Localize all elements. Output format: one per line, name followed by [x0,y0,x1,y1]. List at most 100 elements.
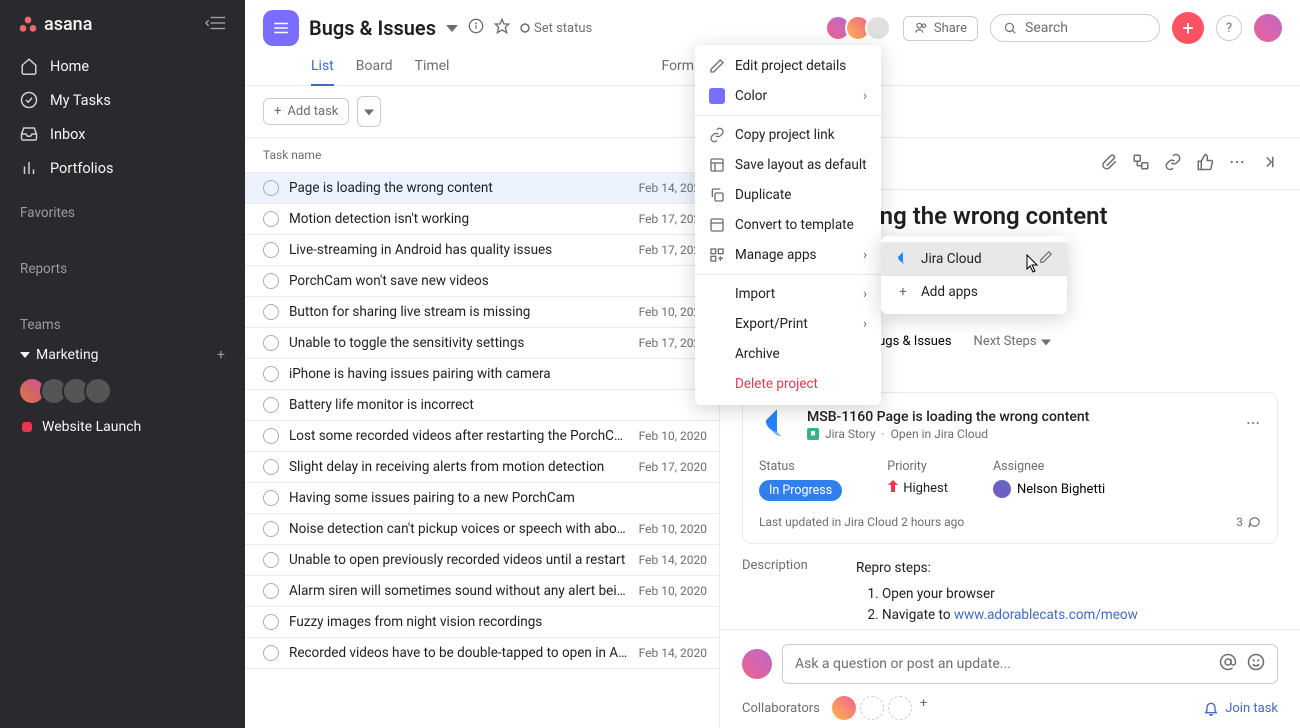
menu-archive[interactable]: Archive [695,339,881,369]
comment-input[interactable]: Ask a question or post an update... [782,644,1278,684]
nav-home-label: Home [50,58,89,75]
task-complete-checkbox[interactable] [263,614,279,630]
task-row[interactable]: Button for sharing live stream is missin… [245,297,719,328]
task-row[interactable]: PorchCam won't save new videos [245,266,719,297]
jira-comments[interactable]: 3 [1236,515,1261,529]
task-complete-checkbox[interactable] [263,366,279,382]
jira-open-link[interactable]: Open in Jira Cloud [891,427,988,441]
section-reports[interactable]: Reports [0,245,245,283]
more-icon[interactable] [1228,153,1246,175]
set-status-button[interactable]: Set status [520,21,592,36]
menu-duplicate[interactable]: Duplicate [695,180,881,210]
close-panel-icon[interactable] [1260,153,1278,175]
team-add-icon[interactable]: + [217,347,225,363]
section-favorites[interactable]: Favorites [0,189,245,227]
team-avatars[interactable] [0,371,245,411]
task-complete-checkbox[interactable] [263,335,279,351]
tab-list[interactable]: List [311,52,334,86]
nav-mytasks-label: My Tasks [50,92,111,109]
link-icon[interactable] [1164,153,1182,175]
menu-convert-template[interactable]: Convert to template [695,210,881,240]
task-row[interactable]: Recorded videos have to be double-tapped… [245,638,719,669]
project-chip-icon[interactable] [263,10,299,46]
menu-save-layout[interactable]: Save layout as default [695,150,881,180]
tab-timeline[interactable]: Timel [415,52,450,85]
task-row[interactable]: Noise detection can't pickup voices or s… [245,514,719,545]
task-complete-checkbox[interactable] [263,211,279,227]
task-complete-checkbox[interactable] [263,459,279,475]
task-complete-checkbox[interactable] [263,645,279,661]
menu-edit-details[interactable]: Edit project details [695,51,881,81]
add-task-button[interactable]: + Add task [263,98,349,125]
menu-color[interactable]: Color › [695,81,881,111]
task-complete-checkbox[interactable] [263,428,279,444]
nav-portfolios[interactable]: Portfolios [0,151,245,185]
nav-inbox[interactable]: Inbox [0,117,245,151]
add-task-dropdown[interactable] [357,96,381,127]
task-complete-checkbox[interactable] [263,397,279,413]
add-collaborator-icon[interactable]: + [920,696,927,720]
nav-home[interactable]: Home [0,49,245,83]
star-icon[interactable] [494,18,510,38]
task-complete-checkbox[interactable] [263,180,279,196]
section-label: Next Steps [974,334,1037,349]
like-icon[interactable] [1196,153,1214,175]
project-dropdown-icon[interactable] [446,19,458,38]
chevron-right-icon: › [863,247,867,263]
pencil-icon [709,58,725,74]
brand-logo[interactable]: asana [18,14,92,35]
jira-title[interactable]: MSB-1160 Page is loading the wrong conte… [807,409,1233,425]
desc-link[interactable]: www.adorablecats.com/meow [954,607,1138,623]
chevron-down-icon [1041,337,1051,347]
menu-export[interactable]: Export/Print › [695,309,881,339]
global-add-button[interactable]: + [1172,12,1204,44]
task-row[interactable]: Alarm siren will sometimes sound without… [245,576,719,607]
task-row[interactable]: Having some issues pairing to a new Porc… [245,483,719,514]
user-avatar[interactable] [1254,14,1282,42]
jira-more-icon[interactable] [1245,415,1261,435]
submenu-add-apps[interactable]: + Add apps [881,276,1067,308]
attachment-icon[interactable] [1100,153,1118,175]
task-complete-checkbox[interactable] [263,583,279,599]
edit-icon[interactable] [1039,250,1053,268]
emoji-icon[interactable] [1247,653,1265,675]
collaborator-avatars[interactable]: + [832,696,927,720]
task-row[interactable]: Fuzzy images from night vision recording… [245,607,719,638]
share-button[interactable]: Share [903,16,978,41]
task-complete-checkbox[interactable] [263,552,279,568]
sidebar-collapse-icon[interactable] [205,15,227,35]
help-button[interactable]: ? [1216,15,1242,41]
member-avatars[interactable] [831,15,891,41]
search-input[interactable]: Search [990,14,1160,42]
menu-delete-project[interactable]: Delete project [695,369,881,399]
project-website-launch[interactable]: Website Launch [0,411,245,443]
task-row[interactable]: Battery life monitor is incorrect [245,390,719,421]
menu-manage-apps[interactable]: Manage apps › [695,240,881,270]
task-row[interactable]: Page is loading the wrong content Feb 14… [245,173,719,204]
nav-mytasks[interactable]: My Tasks [0,83,245,117]
task-complete-checkbox[interactable] [263,273,279,289]
mention-icon[interactable] [1219,653,1237,675]
task-row[interactable]: Live-streaming in Android has quality is… [245,235,719,266]
task-row[interactable]: Unable to toggle the sensitivity setting… [245,328,719,359]
task-complete-checkbox[interactable] [263,242,279,258]
section-selector[interactable]: Next Steps [974,334,1051,349]
task-complete-checkbox[interactable] [263,521,279,537]
team-marketing[interactable]: Marketing + [0,339,245,371]
task-complete-checkbox[interactable] [263,490,279,506]
task-row[interactable]: iPhone is having issues pairing with cam… [245,359,719,390]
join-task-button[interactable]: Join task [1203,700,1278,716]
description-body[interactable]: Repro steps: Open your browser Navigate … [856,558,1138,629]
tab-board[interactable]: Board [356,52,393,85]
project-title[interactable]: Bugs & Issues [309,16,436,40]
task-complete-checkbox[interactable] [263,304,279,320]
info-icon[interactable] [468,18,484,38]
menu-copy-link[interactable]: Copy project link [695,120,881,150]
task-row[interactable]: Motion detection isn't working Feb 17, 2… [245,204,719,235]
task-row[interactable]: Lost some recorded videos after restarti… [245,421,719,452]
menu-import[interactable]: Import › [695,279,881,309]
subtask-icon[interactable] [1132,153,1150,175]
task-row[interactable]: Slight delay in receiving alerts from mo… [245,452,719,483]
task-date: Feb 10, 2020 [639,584,707,598]
task-row[interactable]: Unable to open previously recorded video… [245,545,719,576]
